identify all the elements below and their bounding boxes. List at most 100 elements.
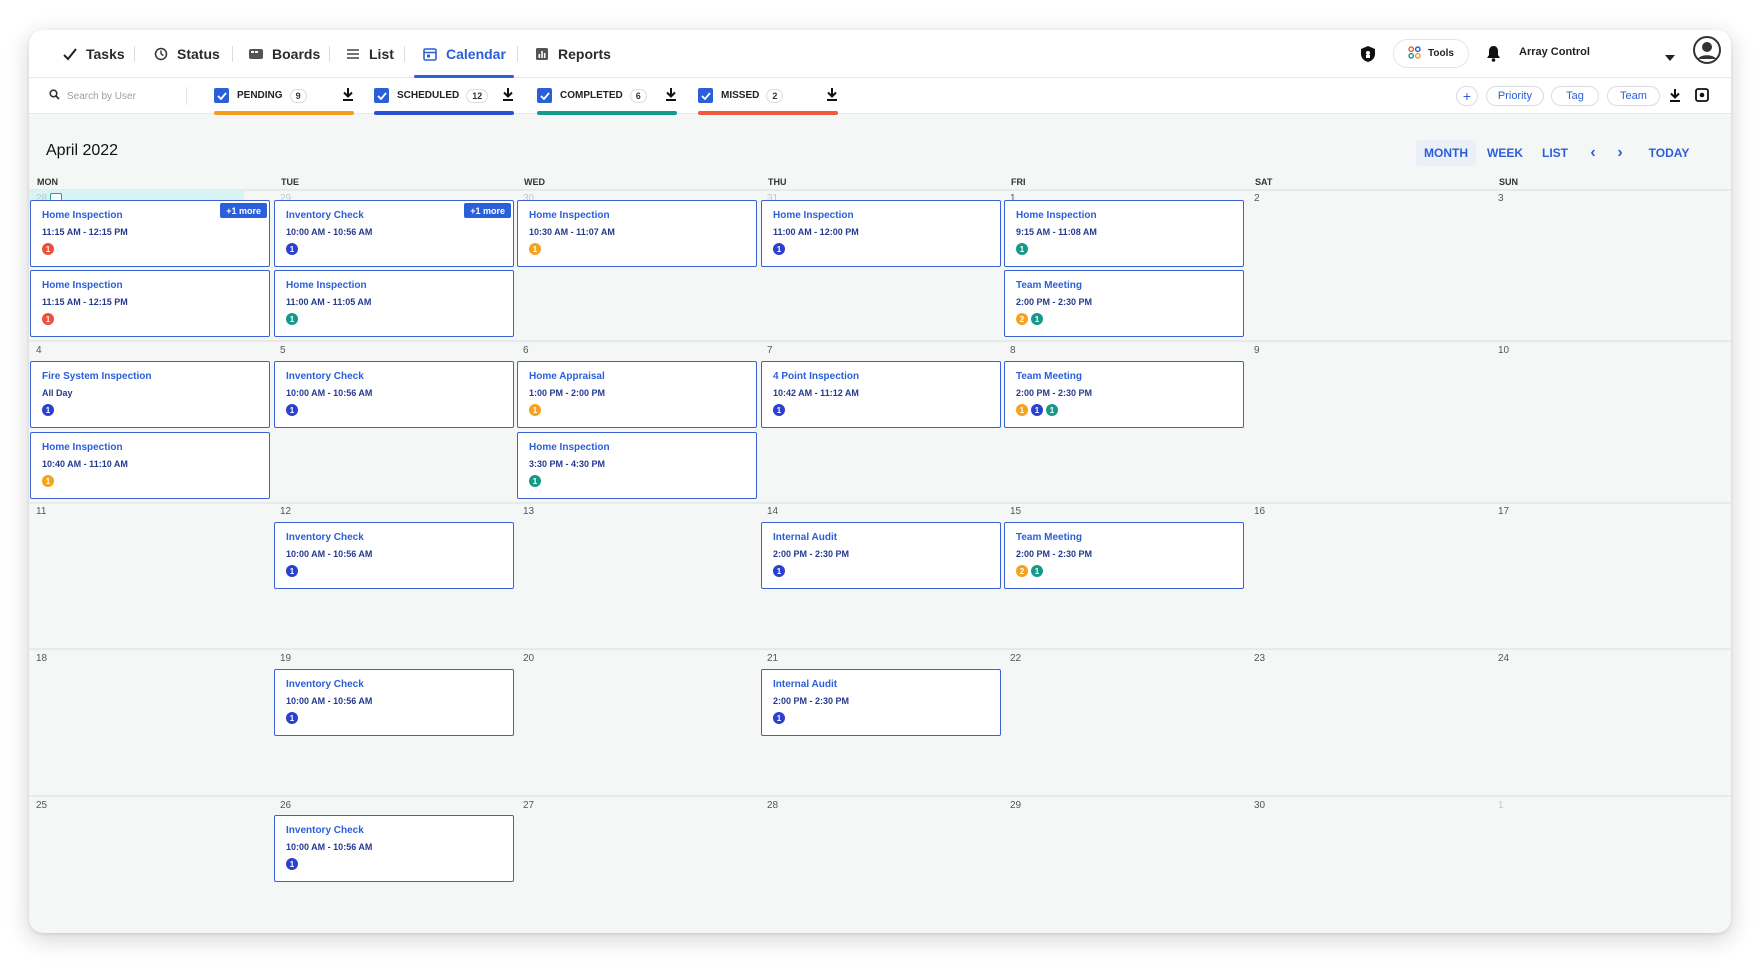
checkbox-checked-icon[interactable] [214,88,229,103]
event-card[interactable]: Home Inspection 11:15 AM - 12:15 PM 1 [30,270,270,337]
priority-filter-button[interactable]: Priority [1486,86,1544,106]
team-filter-button[interactable]: Team [1607,86,1660,106]
next-month-button[interactable]: › [1609,140,1631,166]
event-card[interactable]: Inventory Check 10:00 AM - 10:56 AM 1 +1… [274,200,514,267]
status-badge: 1 [42,475,54,487]
event-time: 10:00 AM - 10:56 AM [286,549,373,559]
day-number: 2 [1254,193,1260,204]
filter-underline [374,111,514,115]
download-icon[interactable] [826,88,838,106]
tab-status[interactable]: Status [153,30,220,78]
reports-icon [534,46,550,62]
view-month-button[interactable]: MONTH [1416,140,1476,166]
event-badges: 2 1 [1016,313,1043,325]
day-number: 9 [1254,345,1260,356]
weekday-header: FRI [1011,177,1026,187]
settings-icon[interactable] [1695,88,1709,107]
event-card[interactable]: Home Inspection 3:30 PM - 4:30 PM 1 [517,432,757,499]
event-card[interactable]: Team Meeting 2:00 PM - 2:30 PM 2 1 [1004,270,1244,337]
today-button[interactable]: TODAY [1641,140,1697,166]
weekday-header: SUN [1499,177,1519,187]
weekday-header: MON [37,177,58,187]
tab-boards[interactable]: Boards [248,30,320,78]
status-badge: 1 [1016,404,1028,416]
more-events-button[interactable]: +1 more [220,203,267,218]
event-badges: 1 [773,243,785,255]
grid-line [29,795,1731,797]
event-card[interactable]: Inventory Check 10:00 AM - 10:56 AM 1 [274,669,514,736]
event-card[interactable]: Inventory Check 10:00 AM - 10:56 AM 1 [274,815,514,882]
status-badge: 1 [1031,404,1043,416]
download-icon[interactable] [342,88,354,106]
download-icon[interactable] [1669,89,1681,107]
user-name[interactable]: Array Control [1519,46,1590,58]
view-week-button[interactable]: WEEK [1483,140,1527,166]
calendar-title: April 2022 [46,142,119,159]
status-badge: 1 [773,243,785,255]
event-card[interactable]: Inventory Check 10:00 AM - 10:56 AM 1 [274,361,514,428]
tools-button[interactable]: Tools [1393,39,1469,68]
event-card[interactable]: Team Meeting 2:00 PM - 2:30 PM 1 1 1 [1004,361,1244,428]
avatar[interactable] [1693,36,1721,69]
filter-label: MISSED [721,90,760,101]
event-badges: 1 [529,243,541,255]
download-icon[interactable] [502,88,514,106]
event-title: Home Inspection [42,210,123,221]
event-time: 11:00 AM - 11:05 AM [286,297,372,307]
event-card[interactable]: Internal Audit 2:00 PM - 2:30 PM 1 [761,669,1001,736]
event-card[interactable]: Home Inspection 10:30 AM - 11:07 AM 1 [517,200,757,267]
more-events-button[interactable]: +1 more [464,203,511,218]
event-card[interactable]: Inventory Check 10:00 AM - 10:56 AM 1 [274,522,514,589]
chevron-down-icon[interactable] [1665,48,1675,66]
tab-list[interactable]: List [345,30,394,78]
event-title: Inventory Check [286,825,364,836]
event-title: Home Inspection [42,280,123,291]
day-number: 3 [1498,193,1504,204]
event-card[interactable]: Home Inspection 11:00 AM - 11:05 AM 1 [274,270,514,337]
tab-calendar[interactable]: Calendar [414,30,514,78]
tag-filter-button[interactable]: Tag [1551,86,1599,106]
checkbox-checked-icon[interactable] [537,88,552,103]
filter-underline [214,111,354,115]
status-badge: 1 [529,243,541,255]
status-badge: 1 [42,243,54,255]
day-number: 4 [36,345,42,356]
filter-scheduled[interactable]: SCHEDULED 12 [374,78,514,115]
filter-underline [698,111,838,115]
day-number: 14 [767,506,779,517]
day-number: 17 [1498,506,1510,517]
checkbox-checked-icon[interactable] [374,88,389,103]
shield-icon[interactable] [1360,45,1376,68]
event-badges: 1 [286,565,298,577]
event-title: Team Meeting [1016,280,1082,291]
prev-month-button[interactable]: ‹ [1582,140,1604,166]
add-button[interactable]: + [1456,86,1478,106]
view-list-button[interactable]: LIST [1535,140,1575,166]
tab-label: Calendar [446,46,506,62]
status-badge: 1 [42,313,54,325]
day-number: 12 [280,506,292,517]
event-card[interactable]: Fire System Inspection All Day 1 [30,361,270,428]
tab-reports[interactable]: Reports [534,30,611,78]
event-card[interactable]: Home Inspection 11:15 AM - 12:15 PM 1 +1… [30,200,270,267]
checkbox-checked-icon[interactable] [698,88,713,103]
event-card[interactable]: Internal Audit 2:00 PM - 2:30 PM 1 [761,522,1001,589]
tab-tasks[interactable]: Tasks [62,30,125,78]
filter-completed[interactable]: COMPLETED 6 [537,78,677,115]
event-card[interactable]: 4 Point Inspection 10:42 AM - 11:12 AM 1 [761,361,1001,428]
bell-icon[interactable] [1486,45,1501,67]
event-card[interactable]: Home Appraisal 1:00 PM - 2:00 PM 1 [517,361,757,428]
event-card[interactable]: Team Meeting 2:00 PM - 2:30 PM 2 1 [1004,522,1244,589]
filter-missed[interactable]: MISSED 2 [698,78,838,115]
event-title: Team Meeting [1016,371,1082,382]
event-badges: 1 [42,243,54,255]
event-card[interactable]: Home Inspection 9:15 AM - 11:08 AM 1 [1004,200,1244,267]
download-icon[interactable] [665,88,677,106]
event-badges: 1 1 1 [1016,404,1058,416]
filter-pending[interactable]: PENDING 9 [214,78,354,115]
event-time: 2:00 PM - 2:30 PM [773,696,850,706]
search-input[interactable]: Search by User [49,87,187,105]
event-card[interactable]: Home Inspection 10:40 AM - 11:10 AM 1 [30,432,270,499]
event-title: Home Inspection [773,210,854,221]
event-card[interactable]: Home Inspection 11:00 AM - 12:00 PM 1 [761,200,1001,267]
